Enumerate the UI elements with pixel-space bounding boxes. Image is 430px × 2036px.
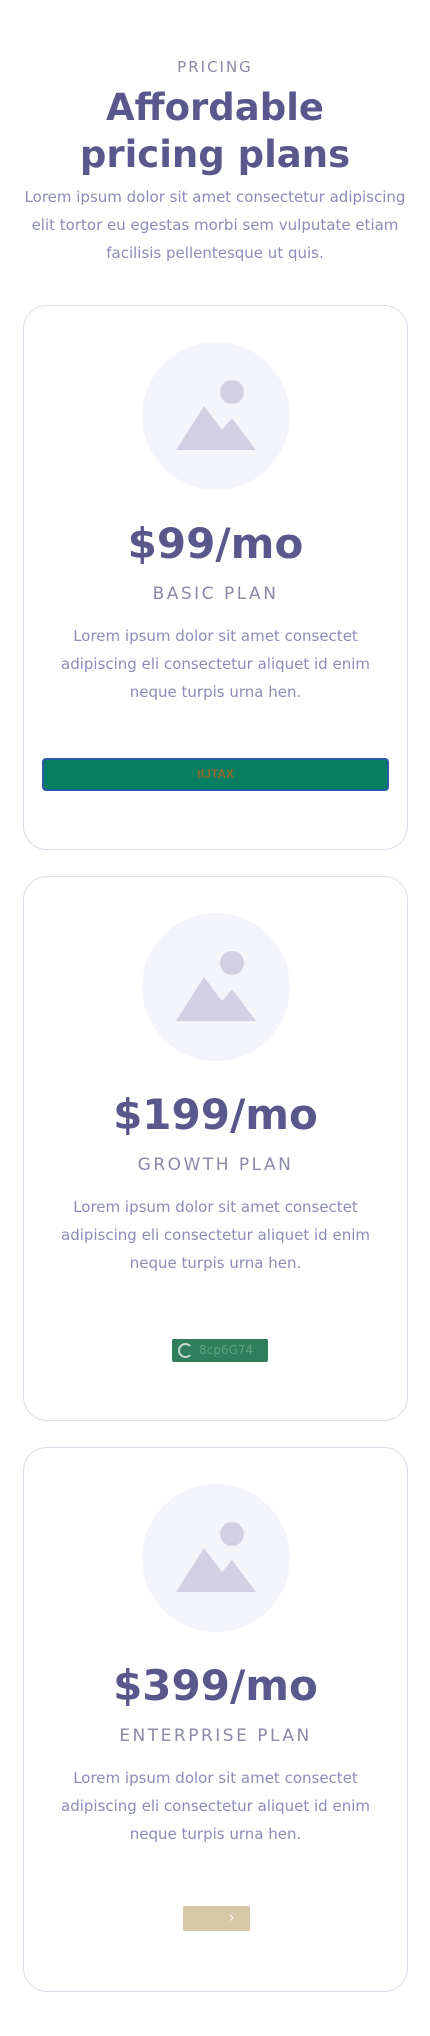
plan-price: $99/mo — [127, 519, 304, 568]
plan-name: ENTERPRISE PLAN — [119, 1726, 312, 1746]
section-eyebrow: PRICING — [177, 58, 253, 76]
plan-card-basic: $99/mo BASIC PLAN Lorem ipsum dolor sit … — [23, 305, 408, 850]
plan-name: BASIC PLAN — [152, 584, 279, 604]
enterprise-plan-button[interactable]: › — [183, 1906, 250, 1931]
plan-image — [142, 1484, 290, 1632]
section-intro: Lorem ipsum dolor sit amet consectetur a… — [24, 188, 406, 262]
plan-description: Lorem ipsum dolor sit amet consectet adi… — [61, 1769, 370, 1843]
plan-card-growth: $199/mo GROWTH PLAN Lorem ipsum dolor si… — [23, 876, 408, 1421]
plan-image — [142, 342, 290, 490]
growth-plan-button[interactable]: 8cp6G74 — [172, 1339, 268, 1362]
image-placeholder-icon — [176, 1522, 256, 1592]
plan-image — [142, 913, 290, 1061]
plan-description: Lorem ipsum dolor sit amet consectet adi… — [61, 1198, 370, 1272]
image-placeholder-icon — [176, 951, 256, 1021]
basic-plan-button[interactable]: tlJTAX — [42, 758, 389, 791]
plan-card-enterprise: $399/mo ENTERPRISE PLAN Lorem ipsum dolo… — [23, 1447, 408, 1992]
image-placeholder-icon — [176, 380, 256, 450]
plan-name: GROWTH PLAN — [137, 1155, 294, 1175]
plan-price: $399/mo — [113, 1661, 318, 1710]
page-title: Affordable pricing plans — [79, 86, 351, 176]
spinner-icon — [178, 1343, 193, 1358]
plan-description: Lorem ipsum dolor sit amet consectet adi… — [61, 627, 370, 701]
plan-price: $199/mo — [113, 1090, 318, 1139]
growth-plan-button-label: 8cp6G74 — [199, 1343, 254, 1357]
chevron-right-icon: › — [229, 1910, 235, 1926]
pricing-section: PRICING Affordable pricing plans Lorem i… — [0, 0, 430, 2036]
